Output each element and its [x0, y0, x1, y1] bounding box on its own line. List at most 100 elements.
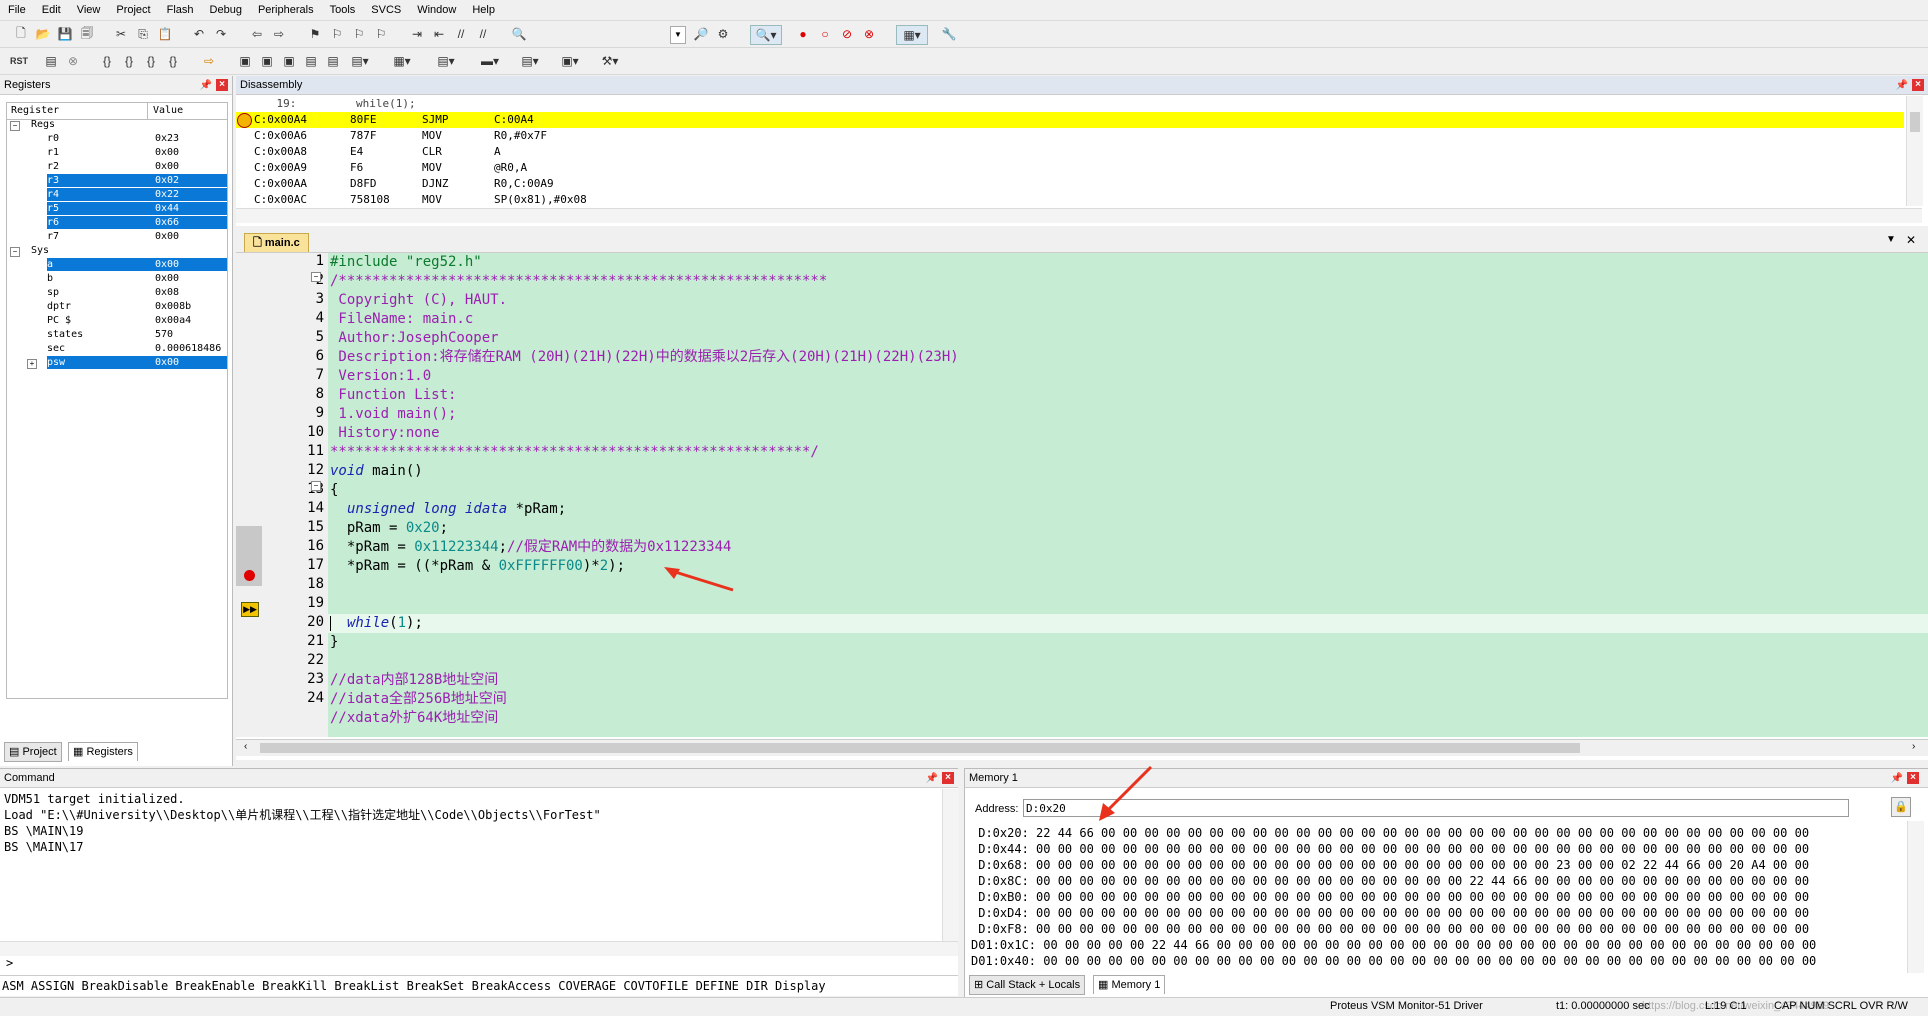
clear-bookmarks-icon[interactable]: ⚐ [372, 25, 390, 43]
menu-peripherals[interactable]: Peripherals [250, 4, 322, 16]
bookmark-icon[interactable]: ⚑ [306, 25, 324, 43]
code-area[interactable]: #include "reg52.h" /********************… [328, 253, 1928, 737]
disasm-row[interactable]: C:0x00AA D8FD DJNZ R0,C:00A9 [254, 176, 554, 192]
copy-icon[interactable]: ⎘ [134, 25, 152, 43]
menu-help[interactable]: Help [464, 4, 503, 16]
tab-main-c[interactable]: 🗋 main.c [244, 233, 309, 252]
tab-project[interactable]: ▤ Project [4, 742, 62, 762]
breakpoint-icon[interactable] [244, 570, 255, 581]
collapse-regs-icon[interactable]: − [10, 121, 20, 131]
toolbox-icon[interactable]: ⚒▾ [596, 52, 624, 70]
col-register-header[interactable]: Register [11, 105, 59, 116]
close-icon[interactable]: × [942, 772, 954, 784]
command-hscroll[interactable] [0, 941, 958, 956]
pin-icon[interactable]: 📌 [1896, 80, 1908, 91]
nav-back-icon[interactable]: ⇦ [248, 25, 266, 43]
tab-memory-1[interactable]: ▦ Memory 1 [1093, 975, 1166, 994]
nav-forward-icon[interactable]: ⇨ [270, 25, 288, 43]
memory-window-icon[interactable]: ▦▾ [388, 52, 416, 70]
reg-row-states[interactable]: states 570 [47, 328, 227, 341]
menu-window[interactable]: Window [409, 4, 464, 16]
breakpoint-insert-icon[interactable]: ● [794, 25, 812, 43]
registers-window-icon[interactable]: ▤ [302, 52, 320, 70]
configure-icon[interactable]: 🔧 [940, 25, 958, 43]
cut-icon[interactable]: ✂ [112, 25, 130, 43]
reg-row-r6[interactable]: r6 0x66 [47, 216, 227, 229]
callstack-window-icon[interactable]: ▤ [324, 52, 342, 70]
close-icon[interactable]: × [216, 79, 228, 91]
find-icon[interactable]: 🔎 [692, 25, 710, 43]
close-icon[interactable]: × [1912, 79, 1924, 91]
reg-row-r4[interactable]: r4 0x22 [47, 188, 227, 201]
disassembly-hscroll[interactable] [236, 208, 1922, 223]
disasm-row[interactable]: C:0x00AC 758108 MOV SP(0x81),#0x08 [254, 192, 587, 206]
analysis-window-icon[interactable]: ▬▾ [476, 52, 504, 70]
reg-row-r5[interactable]: r5 0x44 [47, 202, 227, 215]
tab-call-stack[interactable]: ⊞ Call Stack + Locals [969, 975, 1086, 995]
col-value-header[interactable]: Value [153, 105, 183, 116]
command-vscroll[interactable] [942, 789, 959, 941]
tab-dropdown-icon[interactable]: ▼ [1886, 234, 1896, 245]
symbols-window-icon[interactable]: ▣ [280, 52, 298, 70]
system-viewer-icon[interactable]: ▣▾ [556, 52, 584, 70]
disasm-row[interactable]: C:0x00A6 787F MOV R0,#0x7F [254, 128, 547, 144]
reg-row-r2[interactable]: r2 0x00 [47, 160, 227, 173]
watch-window-icon[interactable]: ▤▾ [346, 52, 374, 70]
open-file-icon[interactable]: 📂 [34, 25, 52, 43]
menu-view[interactable]: View [69, 4, 109, 16]
disasm-row[interactable]: C:0x00A4 80FE SJMP C:00A4 [254, 112, 534, 128]
comment-icon[interactable]: // [452, 25, 470, 43]
reg-row-sec[interactable]: sec 0.000618486 [47, 342, 227, 355]
disassembly-window-icon[interactable]: ▣ [258, 52, 276, 70]
find-in-files-icon[interactable]: 🔍 [510, 25, 528, 43]
reg-row-pc[interactable]: PC $ 0x00a4 [47, 314, 227, 327]
disassembly-vscroll[interactable] [1906, 96, 1923, 206]
reg-row-a[interactable]: a 0x00 [47, 258, 227, 271]
lock-icon[interactable]: 🔒 [1891, 797, 1911, 817]
scroll-right-icon[interactable]: › [1912, 741, 1915, 752]
indent-icon[interactable]: ⇥ [408, 25, 426, 43]
reg-row-psw[interactable]: psw 0x00 [47, 356, 227, 369]
fold-comment-icon[interactable]: − [311, 272, 321, 282]
menu-debug[interactable]: Debug [202, 4, 250, 16]
prev-bookmark-icon[interactable]: ⚐ [328, 25, 346, 43]
menu-svcs[interactable]: SVCS [363, 4, 409, 16]
uncomment-icon[interactable]: // [474, 25, 492, 43]
redo-icon[interactable]: ↷ [212, 25, 230, 43]
memory-grid[interactable]: D:0x20: 22 44 66 00 00 00 00 00 00 00 00… [965, 825, 1905, 975]
run-icon[interactable]: ▤ [42, 52, 60, 70]
breakpoint-gutter[interactable] [236, 253, 262, 737]
breakpoint-disable-icon[interactable]: ○ [816, 25, 834, 43]
pin-icon[interactable]: 📌 [1891, 773, 1903, 784]
editor-hscroll[interactable]: ‹ › [236, 739, 1928, 756]
run-to-cursor-icon[interactable]: {} [164, 52, 182, 70]
tab-registers[interactable]: ▦ Registers [68, 742, 138, 761]
window-layout-icon[interactable]: ▦▾ [896, 25, 928, 45]
breakpoint-disable-all-icon[interactable]: ⊘ [838, 25, 856, 43]
reset-icon[interactable]: RST [10, 52, 28, 70]
menu-tools[interactable]: Tools [322, 4, 364, 16]
debug-session-icon[interactable]: 🔍▾ [750, 25, 782, 45]
next-bookmark-icon[interactable]: ⚐ [350, 25, 368, 43]
config-icon[interactable]: ⚙ [714, 25, 732, 43]
undo-icon[interactable]: ↶ [190, 25, 208, 43]
reg-row-sp[interactable]: sp 0x08 [47, 286, 227, 299]
collapse-sys-icon[interactable]: − [10, 247, 20, 257]
reg-row-r7[interactable]: r7 0x00 [47, 230, 227, 243]
disasm-row[interactable]: C:0x00A9 F6 MOV @R0,A [254, 160, 527, 176]
save-all-icon[interactable]: 🗐 [78, 25, 96, 43]
reg-row-r1[interactable]: r1 0x00 [47, 146, 227, 159]
memory-vscroll[interactable] [1907, 821, 1924, 973]
scroll-thumb[interactable] [1910, 112, 1920, 132]
pin-icon[interactable]: 📌 [926, 773, 938, 784]
reg-row-dptr[interactable]: dptr 0x008b [47, 300, 227, 313]
show-next-statement-icon[interactable]: ⇨ [200, 52, 218, 70]
menu-file[interactable]: File [0, 4, 34, 16]
stop-icon[interactable]: ⊗ [64, 52, 82, 70]
menu-flash[interactable]: Flash [159, 4, 202, 16]
command-prompt[interactable]: > [6, 955, 13, 971]
disasm-row[interactable]: C:0x00A8 E4 CLR A [254, 144, 501, 160]
paste-icon[interactable]: 📋 [156, 25, 174, 43]
menu-edit[interactable]: Edit [34, 4, 69, 16]
find-combo-dropdown-icon[interactable]: ▼ [670, 26, 686, 44]
